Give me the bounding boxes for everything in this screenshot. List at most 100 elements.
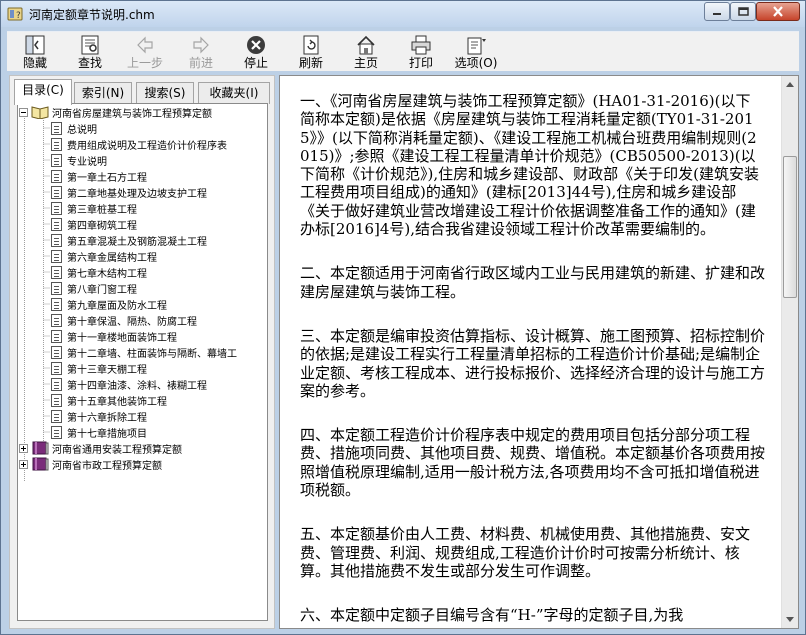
hide-button[interactable]: 隐藏: [15, 34, 55, 72]
tab-contents[interactable]: 目录(C): [14, 79, 72, 105]
scroll-down-button[interactable]: [782, 611, 798, 628]
page-icon: [51, 409, 62, 423]
minimize-button[interactable]: [704, 2, 730, 21]
maximize-button[interactable]: [730, 2, 756, 21]
tree-item-label: 河南省市政工程预算定额: [52, 460, 162, 472]
tree-item[interactable]: 第四章砌筑工程: [51, 216, 137, 232]
close-button[interactable]: [756, 2, 800, 21]
refresh-button[interactable]: 刷新: [291, 34, 331, 72]
vertical-scrollbar[interactable]: [781, 76, 798, 628]
arrow-down-icon: [786, 617, 794, 622]
stop-icon: [247, 36, 265, 54]
closed-book-icon: [32, 441, 49, 455]
tree-item[interactable]: 第十章保温、隔热、防腐工程: [51, 312, 197, 328]
tree-item[interactable]: 第七章木结构工程: [51, 264, 147, 280]
paragraph-2: 二、本定额适用于河南省行政区域内工业与民用建筑的新建、扩建和改建房屋建筑与装饰工…: [300, 264, 766, 301]
title-bar[interactable]: ? 河南定额章节说明.chm: [1, 1, 805, 27]
forward-button[interactable]: 前进: [181, 34, 221, 72]
tree-item-label: 第九章屋面及防水工程: [67, 300, 167, 312]
page-icon: [51, 377, 62, 391]
page-icon: [51, 217, 62, 231]
tree-item-label: 第三章桩基工程: [67, 204, 137, 216]
tree-item[interactable]: 第十一章楼地面装饰工程: [51, 328, 177, 344]
scroll-up-button[interactable]: [782, 76, 798, 93]
svg-text:?: ?: [16, 11, 21, 21]
tree-item-label: 第二章地基处理及边坡支护工程: [67, 188, 207, 200]
tree-item[interactable]: 第八章门窗工程: [51, 280, 137, 296]
tree-item-label: 第十三章天棚工程: [67, 364, 147, 376]
stop-label: 停止: [243, 56, 268, 70]
tree-item[interactable]: 第十二章墙、柱面装饰与隔断、幕墙工: [51, 344, 237, 360]
contents-tree[interactable]: 河南省房屋建筑与装饰工程预算定额 总说明费用组成说明及工程造价计价程序表 专业说明第…: [17, 103, 268, 621]
tab-index[interactable]: 索引(N): [74, 82, 132, 104]
tree-item[interactable]: 第三章桩基工程: [51, 200, 137, 216]
tree-book-municipal[interactable]: 河南省市政工程预算定额: [19, 456, 162, 472]
tree-item[interactable]: 第一章土石方工程: [51, 168, 147, 184]
page-icon: [51, 393, 62, 407]
tree-item[interactable]: 第二章地基处理及边坡支护工程: [51, 184, 207, 200]
page-icon: [51, 249, 62, 263]
options-button[interactable]: 选项(O): [452, 34, 500, 72]
tab-search[interactable]: 搜索(S): [136, 82, 194, 104]
page-icon: [51, 137, 62, 151]
back-button[interactable]: 上一步: [123, 34, 167, 72]
help-window: ? 河南定额章节说明.chm 隐藏 查找 上一步 前进 停止 刷新 主页 打印 …: [0, 0, 806, 635]
expand-icon[interactable]: [19, 459, 28, 469]
tree-item[interactable]: 第十四章油漆、涂料、裱糊工程: [51, 376, 207, 392]
options-icon: [467, 37, 486, 55]
paragraph-3: 三、本定额是编审投资估算指标、设计概算、施工图预算、招标控制价的依据;是建设工程…: [300, 326, 766, 400]
tree-item[interactable]: 第十三章天棚工程: [51, 360, 147, 376]
home-button[interactable]: 主页: [346, 34, 386, 72]
paragraph-6: 六、本定额中定额子目编号含有“H-”字母的定额子目,为我: [300, 606, 684, 625]
find-icon: [81, 35, 99, 55]
stop-button[interactable]: 停止: [236, 34, 276, 72]
tree-item-label: 费用组成说明及工程造价计价程序表: [67, 140, 227, 152]
page-icon: [51, 121, 62, 135]
page-icon: [51, 313, 62, 327]
paragraph-5: 五、本定额基价由人工费、材料费、机械使用费、其他措施费、安文费、管理费、利润、规…: [300, 525, 751, 580]
tree-item[interactable]: 第十七章措施项目: [51, 424, 147, 440]
page-icon: [51, 425, 62, 439]
hide-label: 隐藏: [22, 56, 47, 70]
tab-favorites[interactable]: 收藏夹(I): [198, 82, 270, 104]
tree-item-label: 河南省通用安装工程预算定额: [52, 444, 182, 456]
tree-item[interactable]: 总说明: [51, 120, 97, 136]
page-icon: [51, 153, 62, 167]
window-title: 河南定额章节说明.chm: [29, 8, 155, 22]
tree-item-label: 第十五章其他装饰工程: [67, 396, 167, 408]
page-icon: [51, 281, 62, 295]
tree-item-label: 第一章土石方工程: [67, 172, 147, 184]
scroll-thumb[interactable]: [783, 156, 797, 298]
paragraph-4: 四、本定额工程造价计价程序表中规定的费用项目包括分部分项工程费、措施项同费、其他…: [300, 426, 766, 500]
tree-item[interactable]: 第六章金属结构工程: [51, 248, 157, 264]
tree-item-label: 专业说明: [67, 156, 107, 168]
tree-book-house-building[interactable]: 河南省房屋建筑与装饰工程预算定额: [19, 104, 212, 120]
content-pane[interactable]: 一、《河南省房屋建筑与装饰工程预算定额》(HA01-31-2016)(以下简称本…: [279, 75, 799, 629]
tree-item-label: 第十一章楼地面装饰工程: [67, 332, 177, 344]
home-icon: [357, 35, 375, 55]
tree-item-label: 第十章保温、隔热、防腐工程: [67, 316, 197, 328]
toolbar: 隐藏 查找 上一步 前进 停止 刷新 主页 打印 选项(O): [7, 31, 799, 71]
tree-item[interactable]: 第十五章其他装饰工程: [51, 392, 167, 408]
help-file-icon: ?: [7, 7, 23, 21]
tree-item[interactable]: 第十六章拆除工程: [51, 408, 147, 424]
tree-item[interactable]: 费用组成说明及工程造价计价程序表: [51, 136, 227, 152]
tree-item[interactable]: 专业说明: [51, 152, 107, 168]
expand-icon[interactable]: [19, 443, 28, 453]
maximize-icon: [737, 7, 749, 16]
find-label: 查找: [77, 56, 102, 70]
find-button[interactable]: 查找: [70, 34, 110, 72]
page-icon: [51, 265, 62, 279]
tree-item[interactable]: 第九章屋面及防水工程: [51, 296, 167, 312]
printer-icon: [411, 35, 431, 55]
print-button[interactable]: 打印: [401, 34, 441, 72]
tree-item-label: 第五章混凝土及钢筋混凝土工程: [67, 236, 207, 248]
collapse-icon[interactable]: [19, 107, 28, 117]
tree-item-label: 第六章金属结构工程: [67, 252, 157, 264]
tree-item-label: 第八章门窗工程: [67, 284, 137, 296]
tree-book-installation[interactable]: 河南省通用安装工程预算定额: [19, 440, 182, 456]
tree-item[interactable]: 第五章混凝土及钢筋混凝土工程: [51, 232, 207, 248]
print-label: 打印: [408, 56, 433, 70]
page-icon: [51, 297, 62, 311]
tree-item-label: 第十二章墙、柱面装饰与隔断、幕墙工: [67, 348, 237, 360]
